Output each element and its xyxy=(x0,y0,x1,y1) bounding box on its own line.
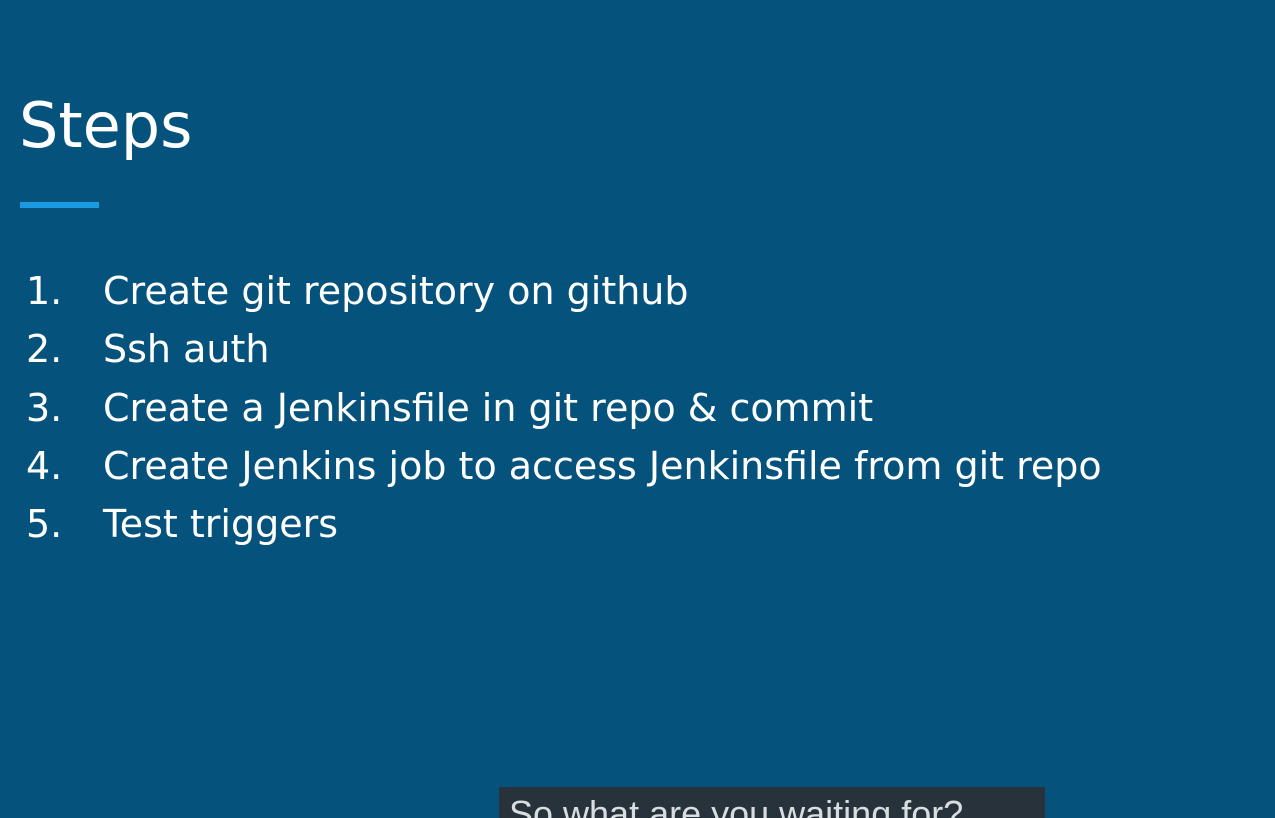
step-number: 2. xyxy=(26,327,63,372)
step-text: Test triggers xyxy=(103,502,339,547)
presentation-slide: Steps 1. Create git repository on github… xyxy=(0,0,1275,818)
step-number: 1. xyxy=(26,269,63,313)
step-number: 3. xyxy=(26,385,63,430)
step-number: 5. xyxy=(26,502,63,547)
step-number: 4. xyxy=(26,443,63,488)
step-text: Create git repository on github xyxy=(103,269,689,313)
step-text: Create a Jenkinsfile in git repo & commi… xyxy=(103,385,874,430)
subtitle-caption: So what are you waiting for? xyxy=(499,787,1045,818)
step-text: Ssh auth xyxy=(103,327,270,372)
title-accent-bar xyxy=(20,202,99,208)
slide-title: Steps xyxy=(19,89,193,162)
step-text: Create Jenkins job to access Jenkinsfile… xyxy=(103,443,1102,488)
